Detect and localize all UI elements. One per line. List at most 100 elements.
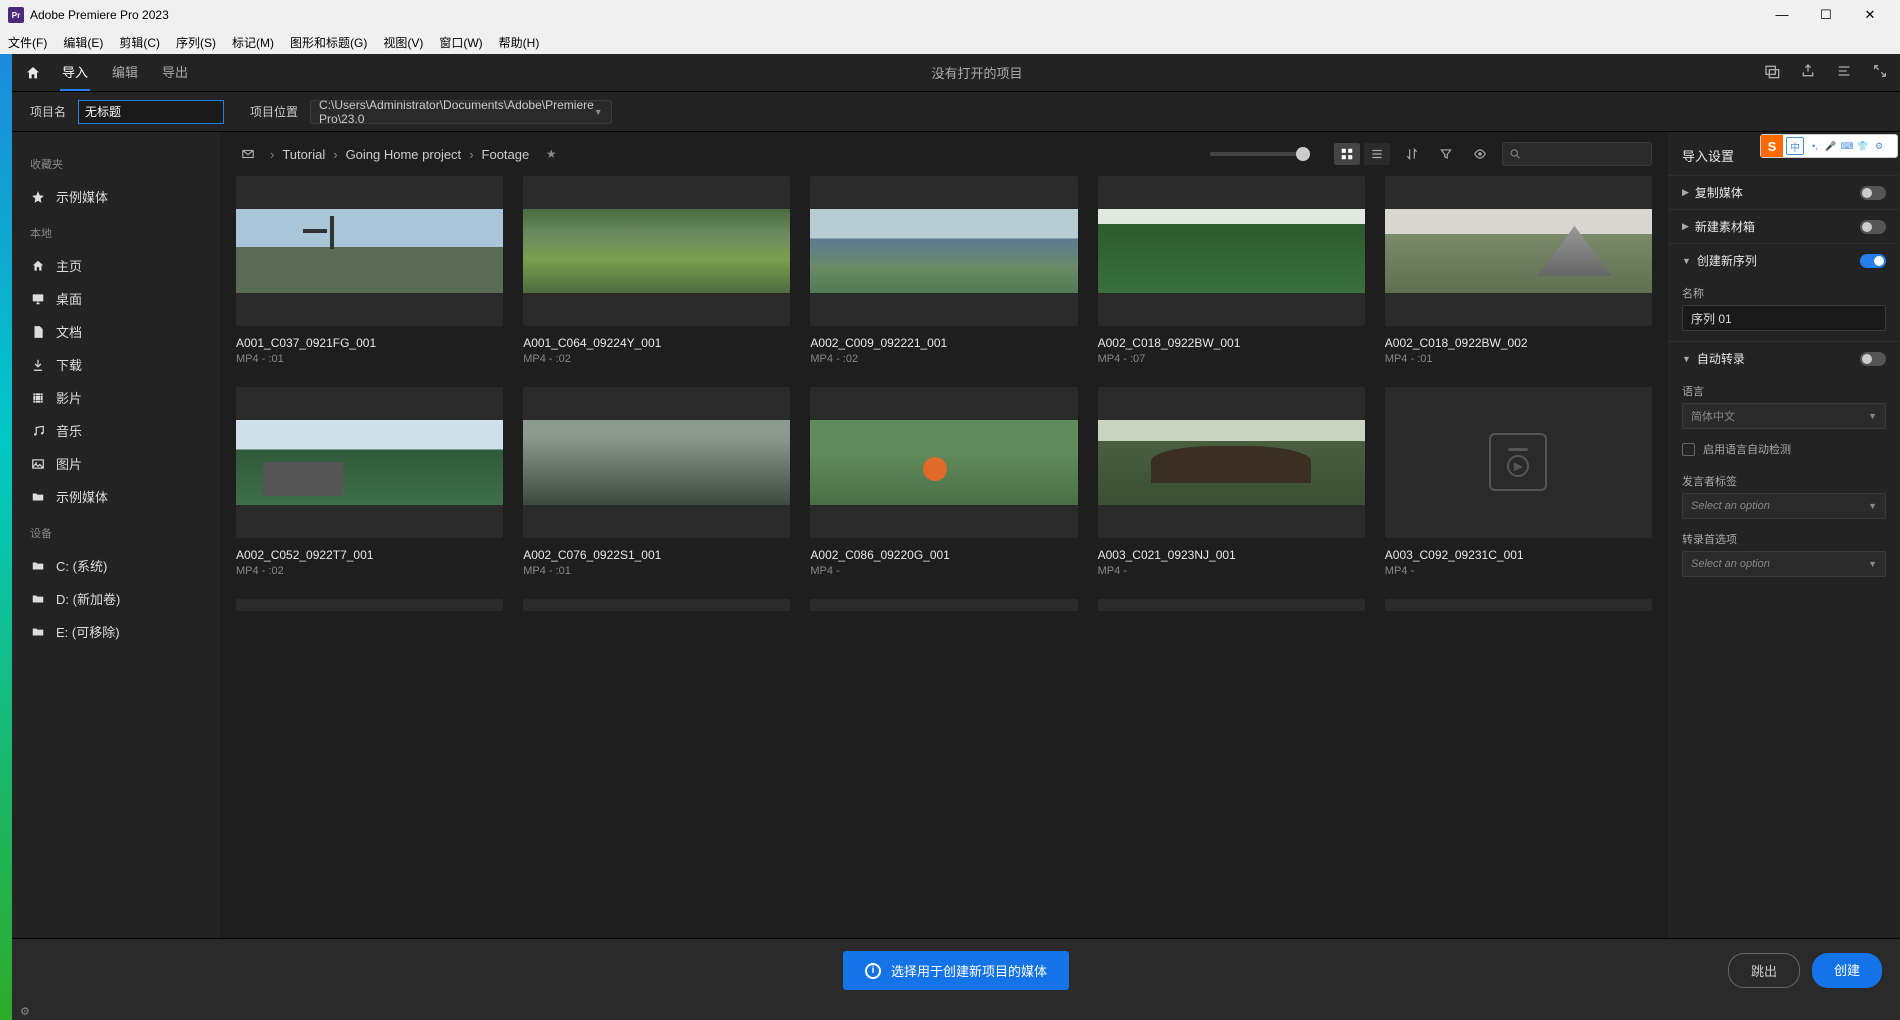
media-clip[interactable]: A002_C086_09220G_001MP4 - — [810, 387, 1077, 576]
sidebar-item[interactable]: 下载 — [12, 348, 220, 381]
create-sequence-toggle[interactable] — [1860, 254, 1886, 268]
grid-view-button[interactable] — [1334, 143, 1360, 165]
sidebar-item[interactable]: 文档 — [12, 315, 220, 348]
menu-item[interactable]: 标记(M) — [232, 34, 274, 51]
sidebar-item[interactable]: 主页 — [12, 249, 220, 282]
auto-transcribe-toggle[interactable] — [1860, 352, 1886, 366]
window-close-button[interactable]: ✕ — [1856, 7, 1884, 23]
mail-icon[interactable] — [236, 142, 260, 166]
thumbnail-size-slider[interactable] — [1210, 152, 1310, 156]
workspace-tab[interactable]: 导出 — [160, 54, 190, 91]
ime-toolbar[interactable]: S 中 •, 🎤 ⌨ 👕 ⚙ — [1760, 134, 1898, 158]
clip-thumbnail[interactable] — [810, 387, 1077, 537]
clip-thumbnail[interactable] — [523, 599, 790, 611]
media-clip[interactable]: A002_C018_0922BW_002MP4 - :01 — [1385, 176, 1652, 365]
clip-thumbnail[interactable] — [1385, 176, 1652, 326]
new-bin-toggle[interactable] — [1860, 220, 1886, 234]
menu-item[interactable]: 文件(F) — [8, 34, 47, 51]
clip-thumbnail[interactable] — [1098, 387, 1365, 537]
sidebar-item[interactable]: 示例媒体 — [12, 480, 220, 513]
breadcrumb-item[interactable]: Tutorial — [282, 147, 325, 162]
sidebar-item[interactable]: 影片 — [12, 381, 220, 414]
media-clip[interactable]: ▶A003_C092_09231C_001MP4 - — [1385, 387, 1652, 576]
breadcrumb-item[interactable]: Footage — [482, 147, 530, 162]
clip-thumbnail[interactable] — [523, 176, 790, 326]
media-clip[interactable]: A002_C018_0922BW_001MP4 - :07 — [1098, 176, 1365, 365]
menu-item[interactable]: 视图(V) — [383, 34, 423, 51]
menu-item[interactable]: 帮助(H) — [499, 34, 540, 51]
share-icon[interactable] — [1800, 63, 1820, 83]
sidebar-item[interactable]: 图片 — [12, 447, 220, 480]
favorite-star-icon[interactable]: ★ — [539, 142, 563, 166]
media-clip[interactable] — [1385, 599, 1652, 611]
sidebar-item[interactable]: C: (系统) — [12, 549, 220, 582]
clip-thumbnail[interactable] — [1098, 176, 1365, 326]
media-clip[interactable]: A003_C021_0923NJ_001MP4 - — [1098, 387, 1365, 576]
window-maximize-button[interactable]: ☐ — [1812, 7, 1840, 23]
clip-thumbnail[interactable] — [236, 599, 503, 611]
clip-thumbnail[interactable]: ▶ — [1385, 387, 1652, 537]
clip-thumbnail[interactable] — [236, 176, 503, 326]
sequence-name-input[interactable] — [1682, 305, 1886, 331]
workspace-tab[interactable]: 编辑 — [110, 54, 140, 91]
search-input[interactable] — [1522, 148, 1645, 160]
create-sequence-row[interactable]: ▼创建新序列 — [1682, 252, 1886, 269]
gear-icon[interactable]: ⚙ — [20, 1005, 30, 1018]
list-view-button[interactable] — [1364, 143, 1390, 165]
maximize-panel-icon[interactable] — [1872, 63, 1892, 83]
sidebar-item[interactable]: D: (新加卷) — [12, 582, 220, 615]
language-select[interactable]: 简体中文▼ — [1682, 403, 1886, 429]
menu-item[interactable]: 图形和标题(G) — [290, 34, 367, 51]
menu-item[interactable]: 窗口(W) — [439, 34, 482, 51]
home-button[interactable] — [20, 60, 46, 86]
clip-thumbnail[interactable] — [236, 387, 503, 537]
media-clip[interactable] — [236, 599, 503, 611]
copy-media-toggle[interactable] — [1860, 186, 1886, 200]
project-name-input[interactable] — [78, 100, 224, 124]
ime-punct-icon[interactable]: •, — [1807, 141, 1823, 151]
menu-item[interactable]: 序列(S) — [176, 34, 216, 51]
create-button[interactable]: 创建 — [1812, 953, 1882, 988]
media-clip[interactable] — [1098, 599, 1365, 611]
clip-thumbnail[interactable] — [1098, 599, 1365, 611]
clip-thumbnail[interactable] — [810, 599, 1077, 611]
visibility-icon[interactable] — [1468, 142, 1492, 166]
quick-export-icon[interactable] — [1764, 63, 1784, 83]
clip-thumbnail[interactable] — [810, 176, 1077, 326]
ime-lang-icon[interactable]: 中 — [1786, 137, 1804, 155]
sort-icon[interactable] — [1400, 142, 1424, 166]
copy-media-row[interactable]: ▶复制媒体 — [1682, 184, 1886, 201]
ime-keyboard-icon[interactable]: ⌨ — [1839, 141, 1855, 152]
sidebar-item[interactable]: 音乐 — [12, 414, 220, 447]
media-clip[interactable]: A002_C052_0922T7_001MP4 - :02 — [236, 387, 503, 576]
sidebar-item[interactable]: E: (可移除) — [12, 615, 220, 648]
search-box[interactable] — [1502, 142, 1652, 166]
ime-voice-icon[interactable]: 🎤 — [1823, 141, 1839, 152]
workspace-tab[interactable]: 导入 — [60, 54, 90, 91]
ime-skin-icon[interactable]: 👕 — [1855, 141, 1871, 152]
filter-icon[interactable] — [1434, 142, 1458, 166]
breadcrumb-item[interactable]: Going Home project — [346, 147, 462, 162]
transcription-pref-select[interactable]: Select an option▼ — [1682, 551, 1886, 577]
media-clip[interactable]: A002_C076_0922S1_001MP4 - :01 — [523, 387, 790, 576]
auto-detect-checkbox[interactable]: 启用语言自动检测 — [1668, 433, 1900, 465]
clip-thumbnail[interactable] — [1385, 599, 1652, 611]
media-clip[interactable]: A001_C064_09224Y_001MP4 - :02 — [523, 176, 790, 365]
menu-item[interactable]: 编辑(E) — [63, 34, 103, 51]
media-clip[interactable] — [810, 599, 1077, 611]
project-location-select[interactable]: C:\Users\Administrator\Documents\Adobe\P… — [310, 100, 612, 124]
new-bin-row[interactable]: ▶新建素材箱 — [1682, 218, 1886, 235]
media-clip[interactable]: A001_C037_0921FG_001MP4 - :01 — [236, 176, 503, 365]
clip-thumbnail[interactable] — [523, 387, 790, 537]
sidebar-item[interactable]: 桌面 — [12, 282, 220, 315]
sidebar-item[interactable]: 示例媒体 — [12, 180, 220, 213]
workspace-menu-icon[interactable] — [1836, 63, 1856, 83]
skip-button[interactable]: 跳出 — [1728, 953, 1800, 988]
speaker-select[interactable]: Select an option▼ — [1682, 493, 1886, 519]
auto-transcribe-row[interactable]: ▼自动转录 — [1682, 350, 1886, 367]
media-clip[interactable]: A002_C009_092221_001MP4 - :02 — [810, 176, 1077, 365]
media-clip[interactable] — [523, 599, 790, 611]
ime-tool-icon[interactable]: ⚙ — [1871, 141, 1887, 152]
menu-item[interactable]: 剪辑(C) — [119, 34, 160, 51]
window-minimize-button[interactable]: — — [1768, 7, 1796, 23]
